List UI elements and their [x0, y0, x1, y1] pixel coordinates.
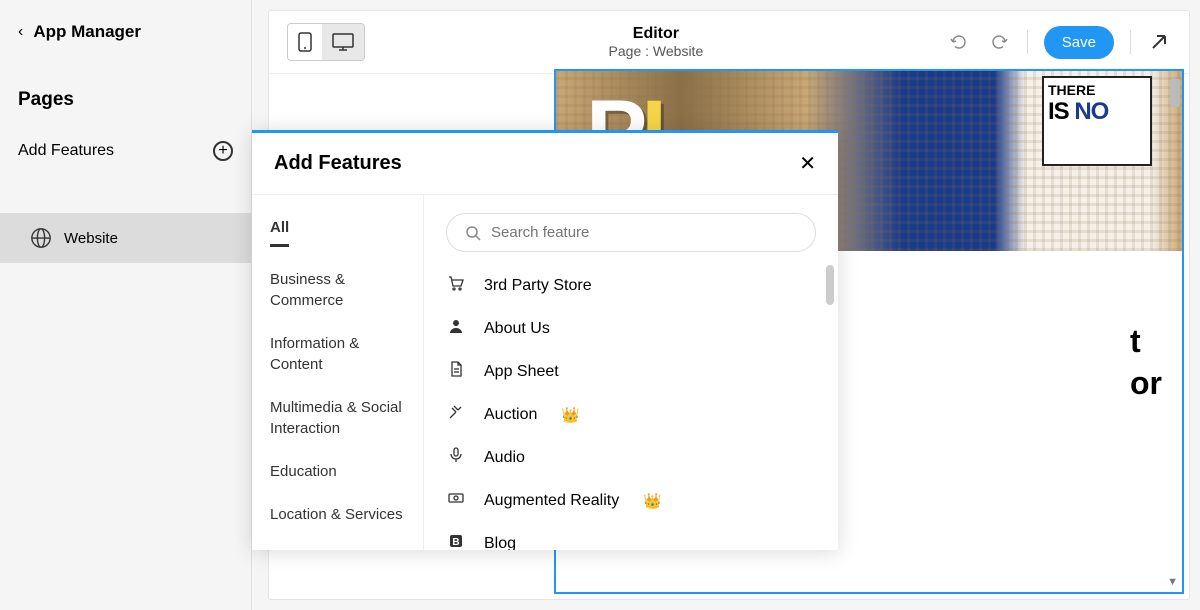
- external-icon: [1150, 33, 1168, 51]
- feature-name: App Sheet: [484, 363, 559, 381]
- feature-list: 3rd Party Store About Us App Sheet Auction 👑…: [446, 274, 816, 550]
- feature-item-about-us[interactable]: About Us: [446, 317, 816, 340]
- modal-header: Add Features ✕: [252, 133, 838, 194]
- device-mobile-button[interactable]: [288, 24, 322, 60]
- feature-name: Audio: [484, 449, 525, 467]
- canvas-body-text: t or: [1130, 321, 1162, 404]
- feature-item-auction[interactable]: Auction 👑: [446, 403, 816, 426]
- editor-subtitle: Page : Website: [365, 43, 947, 59]
- add-features-modal: Add Features ✕ All Business & Commerce I…: [252, 130, 838, 550]
- category-education[interactable]: Education: [270, 461, 405, 482]
- search-icon: [465, 225, 481, 241]
- mobile-icon: [298, 32, 312, 52]
- ar-icon: [446, 489, 466, 512]
- category-all[interactable]: All: [270, 217, 289, 247]
- feature-list-panel: 3rd Party Store About Us App Sheet Auction 👑…: [424, 195, 838, 550]
- open-external-button[interactable]: [1147, 30, 1171, 54]
- canvas-scrollbar[interactable]: ▼: [1164, 73, 1182, 594]
- premium-crown-icon: 👑: [643, 492, 662, 510]
- feature-item-blog[interactable]: B Blog: [446, 532, 816, 550]
- pages-heading: Pages: [0, 64, 251, 129]
- redo-icon: [989, 32, 1009, 52]
- category-multimedia[interactable]: Multimedia & Social Interaction: [270, 397, 405, 439]
- feature-item-3rd-party-store[interactable]: 3rd Party Store: [446, 274, 816, 297]
- feature-item-app-sheet[interactable]: App Sheet: [446, 360, 816, 383]
- undo-button[interactable]: [947, 30, 971, 54]
- back-to-app-manager[interactable]: ‹ App Manager: [0, 0, 251, 64]
- modal-title: Add Features: [274, 152, 402, 175]
- person-icon: [446, 317, 466, 340]
- feature-item-augmented-reality[interactable]: Augmented Reality 👑: [446, 489, 816, 512]
- divider: [1027, 30, 1028, 54]
- feature-item-audio[interactable]: Audio: [446, 446, 816, 469]
- svg-text:B: B: [452, 537, 459, 548]
- feature-name: Augmented Reality: [484, 492, 619, 510]
- category-business[interactable]: Business & Commerce: [270, 269, 405, 311]
- device-toggle: [287, 23, 365, 61]
- mic-icon: [446, 446, 466, 469]
- close-button[interactable]: ✕: [799, 151, 816, 176]
- search-feature-wrap[interactable]: [446, 213, 816, 252]
- premium-crown-icon: 👑: [561, 406, 580, 424]
- scrollbar-thumb[interactable]: [1170, 79, 1180, 107]
- scroll-down-icon[interactable]: ▼: [1167, 576, 1178, 588]
- feature-name: About Us: [484, 320, 550, 338]
- editor-title: Editor: [365, 25, 947, 43]
- category-location[interactable]: Location & Services: [270, 504, 405, 525]
- undo-icon: [949, 32, 969, 52]
- globe-icon: [30, 227, 52, 249]
- category-list: All Business & Commerce Information & Co…: [252, 195, 424, 550]
- sidebar-title: App Manager: [33, 22, 141, 42]
- page-item-label: Website: [64, 230, 118, 247]
- feature-name: Blog: [484, 535, 516, 551]
- desktop-icon: [332, 33, 354, 51]
- add-features-label: Add Features: [18, 142, 114, 160]
- feature-name: 3rd Party Store: [484, 277, 592, 295]
- blog-icon: B: [446, 532, 466, 550]
- add-features-button[interactable]: Add Features +: [0, 129, 251, 173]
- divider: [1130, 30, 1131, 54]
- save-button[interactable]: Save: [1044, 26, 1114, 59]
- feature-name: Auction: [484, 406, 537, 424]
- chevron-left-icon: ‹: [18, 23, 23, 41]
- topbar-actions: Save: [947, 26, 1171, 59]
- sheet-icon: [446, 360, 466, 383]
- search-input[interactable]: [491, 224, 797, 241]
- sidebar-item-website[interactable]: Website: [0, 213, 251, 263]
- hero-poster: THERE IS NO: [1042, 76, 1152, 166]
- redo-button[interactable]: [987, 30, 1011, 54]
- editor-topbar: Editor Page : Website Save: [269, 11, 1189, 74]
- device-desktop-button[interactable]: [322, 24, 364, 60]
- feature-scrollbar[interactable]: [826, 265, 834, 305]
- category-information[interactable]: Information & Content: [270, 333, 405, 375]
- plus-icon: +: [213, 141, 233, 161]
- editor-title-block: Editor Page : Website: [365, 25, 947, 59]
- sidebar: ‹ App Manager Pages Add Features + Websi…: [0, 0, 252, 610]
- cart-icon: [446, 274, 466, 297]
- gavel-icon: [446, 403, 466, 426]
